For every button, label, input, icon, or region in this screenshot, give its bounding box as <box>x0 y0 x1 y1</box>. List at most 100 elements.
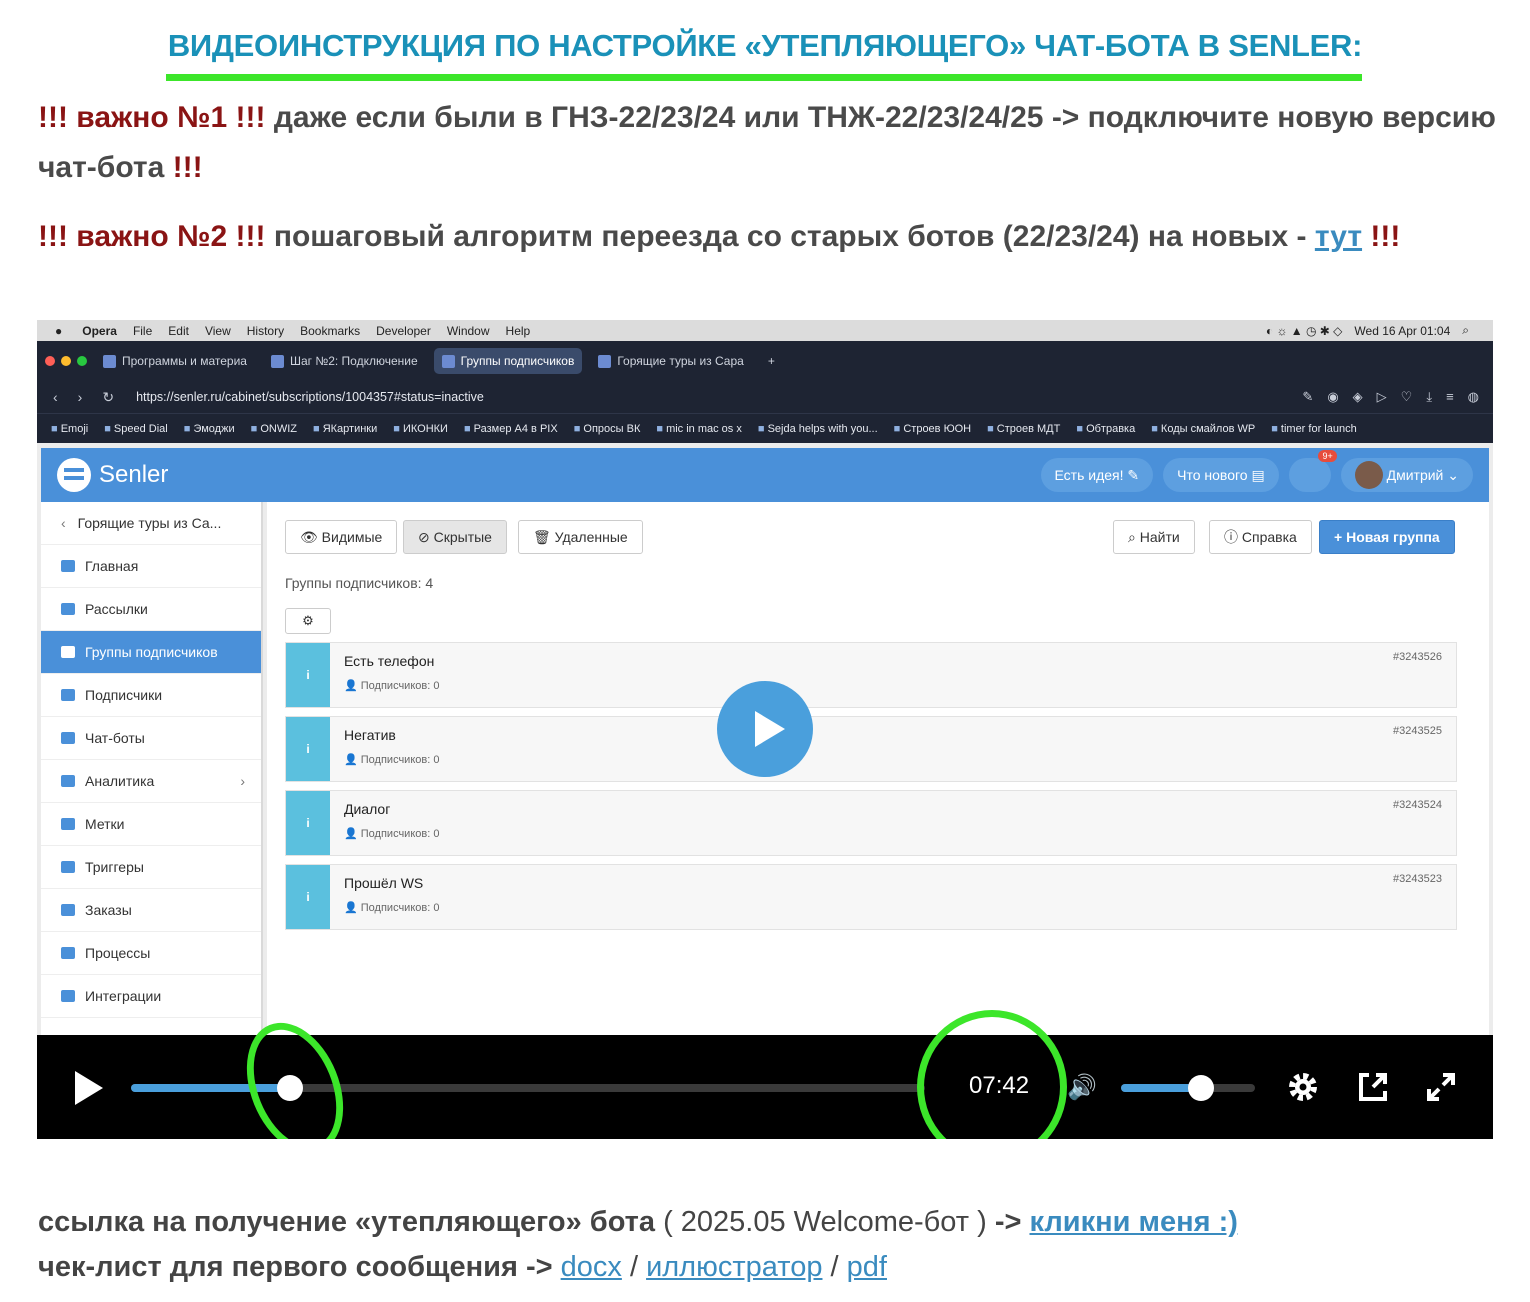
title-underline <box>166 74 1362 81</box>
volume-slider[interactable] <box>1121 1075 1255 1101</box>
cubes-icon <box>61 990 75 1002</box>
volume-handle[interactable] <box>1188 1075 1215 1101</box>
gear-icon[interactable] <box>1285 1069 1321 1105</box>
help-button: ⓘ Справка <box>1209 520 1312 554</box>
external-link-icon[interactable] <box>1355 1069 1391 1105</box>
group-subscribers: 👤 Подписчиков: 0 <box>344 902 440 914</box>
filter-deleted-button: 🗑 Удаленные <box>518 520 643 554</box>
group-row: i Диалог 👤 Подписчиков: 0 #3243524 <box>285 790 1457 856</box>
chevron-right-icon: › <box>240 773 245 789</box>
browser-tab: Шаг №2: Подключение <box>263 348 426 374</box>
senler-content: 👁 Видимые ⊘ Скрытые 🗑 Удаленные ⌕ Найти … <box>267 502 1489 1042</box>
mac-datetime: Wed 16 Apr 01:04 <box>1354 323 1451 338</box>
note-suffix: !!! <box>172 151 203 184</box>
group-subscribers: 👤 Подписчиков: 0 <box>344 828 440 840</box>
header-actions: Есть идея! ✎ Что нового ▤ 9+ Дмитрий ⌄ <box>1040 450 1473 492</box>
sidebar-item-mailings: Рассылки <box>41 588 261 631</box>
group-id: #3243526 <box>1393 651 1442 663</box>
group-row: i Есть телефон 👤 Подписчиков: 0 #3243526 <box>285 642 1457 708</box>
checklist-label: чек-лист для первого сообщения -> <box>38 1251 553 1283</box>
bookmark: Опросы ВК <box>574 423 640 435</box>
group-name: Есть телефон <box>344 653 435 669</box>
video-player[interactable]: ● Opera File Edit View History Bookmarks… <box>37 320 1493 1139</box>
important-label: !!! важно №1 !!! <box>38 101 266 134</box>
bookmark: timer for launch <box>1271 423 1357 435</box>
bookmark: Speed Dial <box>104 423 168 435</box>
nav-buttons: ‹ › ↻ <box>53 389 114 406</box>
chevron-left-icon: ‹ <box>61 515 66 531</box>
sidebar-item-triggers: Триггеры <box>41 846 261 889</box>
fullscreen-icon[interactable] <box>1423 1069 1459 1105</box>
group-subscribers: 👤 Подписчиков: 0 <box>344 680 440 692</box>
bot-link-label: ссылка на получение «утепляющего» бота <box>38 1206 656 1238</box>
bot-version: ( 2025.05 Welcome-бот ) <box>655 1206 995 1238</box>
chart-icon <box>61 775 75 787</box>
note-suffix: !!! <box>1362 220 1401 253</box>
bookmarks-bar: Emoji Speed Dial Эмоджи ONWIZ ЯКартинки … <box>37 413 1493 443</box>
sidebar-item-analytics: Аналитика › <box>41 760 261 803</box>
senler-header: Senler Есть идея! ✎ Что нового ▤ 9+ Дмит… <box>41 448 1489 502</box>
get-bot-link[interactable]: кликни меня :) <box>1029 1206 1237 1238</box>
important-note-2: !!! важно №2 !!! пошаговый алгоритм пере… <box>38 212 1498 262</box>
apple-icon: ● <box>55 323 63 338</box>
sidebar-item-processes: Процессы <box>41 932 261 975</box>
menu-item: Bookmarks <box>300 323 361 338</box>
back-icon: ‹ <box>53 388 58 405</box>
group-name: Негатив <box>344 727 396 743</box>
bookmark: Обтравка <box>1076 423 1135 435</box>
browser-tabbar: Программы и материа Шаг №2: Подключение … <box>37 341 1493 381</box>
url-text: https://senler.ru/cabinet/subscriptions/… <box>136 390 484 404</box>
senler-logo-icon <box>57 458 91 492</box>
bookmark: ONWIZ <box>251 423 297 435</box>
checklist-line: чек-лист для первого сообщения -> docx /… <box>38 1251 887 1283</box>
sidebar-item-back: ‹ Горящие туры из Са... <box>41 502 261 545</box>
migration-link[interactable]: тут <box>1315 220 1362 253</box>
browser-toolbar-icons: ✎ ◉ ◈ ▷ ♡ ⤓ ≡ ◍ <box>1302 389 1479 404</box>
bookmark: Размер А4 в PIX <box>464 423 558 435</box>
docx-link[interactable]: docx <box>561 1251 622 1283</box>
big-play-button[interactable] <box>717 681 813 777</box>
group-name: Диалог <box>344 801 391 817</box>
info-icon: i <box>286 865 330 929</box>
tab-favicon <box>441 354 455 368</box>
robot-icon <box>61 732 75 744</box>
group-row: i Негатив 👤 Подписчиков: 0 #3243525 <box>285 716 1457 782</box>
sidebar-item-integrations: Интеграции <box>41 975 261 1018</box>
volume-icon[interactable]: 🔊 <box>1067 1073 1097 1102</box>
pdf-link[interactable]: pdf <box>847 1251 887 1283</box>
bell-icon: 9+ <box>1288 450 1337 492</box>
users-icon <box>61 646 75 658</box>
sidebar-item-groups: Группы подписчиков <box>41 631 261 674</box>
senler-logo: Senler <box>57 458 168 492</box>
mac-status-area: ◐ ☼ ▲ ◷ ✱ ◇ Wed 16 Apr 01:04 ⌕ <box>1266 323 1469 338</box>
notification-badge: 9+ <box>1318 450 1337 462</box>
group-row: i Прошёл WS 👤 Подписчиков: 0 #3243523 <box>285 864 1457 930</box>
reload-icon: ↻ <box>102 388 115 405</box>
group-id: #3243524 <box>1393 799 1442 811</box>
new-tab-icon: + <box>767 354 775 368</box>
bolt-icon <box>61 861 75 873</box>
filter-visible-button: 👁 Видимые <box>285 520 398 554</box>
user-menu: Дмитрий ⌄ <box>1340 458 1473 492</box>
menu-item: File <box>132 323 153 338</box>
filter-hidden-button: ⊘ Скрытые <box>403 520 507 554</box>
groups-count: Группы подписчиков: 4 <box>285 575 434 591</box>
bookmark: Строев МДТ <box>987 423 1061 435</box>
search-icon: ⌕ <box>1462 323 1469 337</box>
play-icon[interactable] <box>75 1071 103 1105</box>
tasks-icon <box>61 947 75 959</box>
vk-icon <box>598 354 612 368</box>
arrow-text: -> <box>994 1206 1022 1238</box>
illustrator-link[interactable]: иллюстратор <box>646 1251 822 1283</box>
important-label: !!! важно №2 !!! <box>38 220 266 253</box>
info-icon: i <box>286 791 330 855</box>
sidebar-item-tags: Метки <box>41 803 261 846</box>
tag-icon <box>61 818 75 830</box>
bot-link-line: ссылка на получение «утепляющего» бота (… <box>38 1200 1238 1244</box>
page-title: ВИДЕОИНСТРУКЦИЯ ПО НАСТРОЙКЕ «УТЕПЛЯЮЩЕГ… <box>167 28 1363 63</box>
whats-new-button: Что нового ▤ <box>1163 458 1279 492</box>
important-note-1: !!! важно №1 !!! даже если были в ГНЗ-22… <box>38 93 1498 193</box>
gear-icon: ⚙ <box>285 608 331 634</box>
menu-item: Opera <box>82 323 117 338</box>
group-name: Прошёл WS <box>344 875 424 891</box>
